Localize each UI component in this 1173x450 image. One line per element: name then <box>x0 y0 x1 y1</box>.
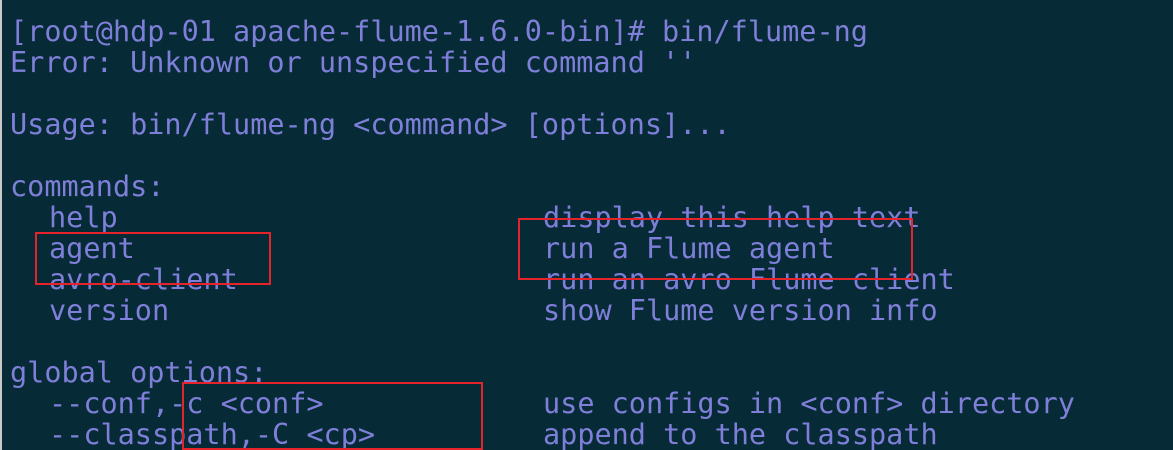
command-description: run a Flume agent <box>543 232 835 265</box>
commands-header: commands: <box>10 170 165 203</box>
command-name: avro-client <box>49 263 238 296</box>
error-line: Error: Unknown or unspecified command '' <box>10 46 697 79</box>
option-description: append to the classpath <box>543 418 938 450</box>
command-name: agent <box>49 232 135 265</box>
command-description: show Flume version info <box>543 294 938 327</box>
terminal-window[interactable]: [root@hdp-01 apache-flume-1.6.0-bin]# bi… <box>0 0 1173 450</box>
option-description: use configs in <conf> directory <box>543 387 1075 420</box>
command-name: version <box>49 294 170 327</box>
global-options-header: global options: <box>10 356 268 389</box>
option-flag: --classpath,-C <cp> <box>49 418 376 450</box>
command-description: display this help text <box>543 201 921 234</box>
usage-line: Usage: bin/flume-ng <command> [options].… <box>10 108 731 141</box>
command-name: help <box>49 201 118 234</box>
prompt-line: [root@hdp-01 apache-flume-1.6.0-bin]# bi… <box>10 15 868 48</box>
command-description: run an avro Flume client <box>543 263 955 296</box>
option-flag: --conf,-c <conf> <box>49 387 324 420</box>
